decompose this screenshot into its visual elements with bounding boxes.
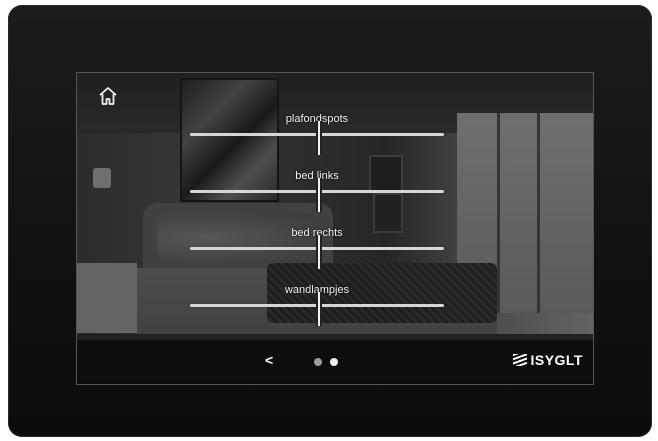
slider-bed-links[interactable]: bed links <box>190 170 444 212</box>
brand-name: ISYGLT <box>530 352 583 368</box>
slider-thumb[interactable] <box>316 121 322 155</box>
bottom-navigation-bar: < ISYGLT <box>77 340 593 384</box>
slider-thumb[interactable] <box>316 292 322 326</box>
slider-thumb[interactable] <box>316 178 322 212</box>
page-indicator-dot-2[interactable] <box>330 358 338 366</box>
slider-plafondspots[interactable]: plafondspots <box>190 113 444 155</box>
page-indicator-dot-1[interactable] <box>314 358 322 366</box>
slider-bed-rechts[interactable]: bed rechts <box>190 227 444 269</box>
home-icon[interactable] <box>97 85 119 107</box>
isyglt-logo-icon <box>513 354 528 366</box>
panel-screen: plafondspots bed links bed rechts wandla… <box>77 73 593 384</box>
isyglt-logo: ISYGLT <box>513 352 583 368</box>
back-button[interactable]: < <box>265 352 273 368</box>
slider-wandlampjes[interactable]: wandlampjes <box>190 284 444 326</box>
slider-thumb[interactable] <box>316 235 322 269</box>
touch-panel-device: plafondspots bed links bed rechts wandla… <box>8 5 652 437</box>
